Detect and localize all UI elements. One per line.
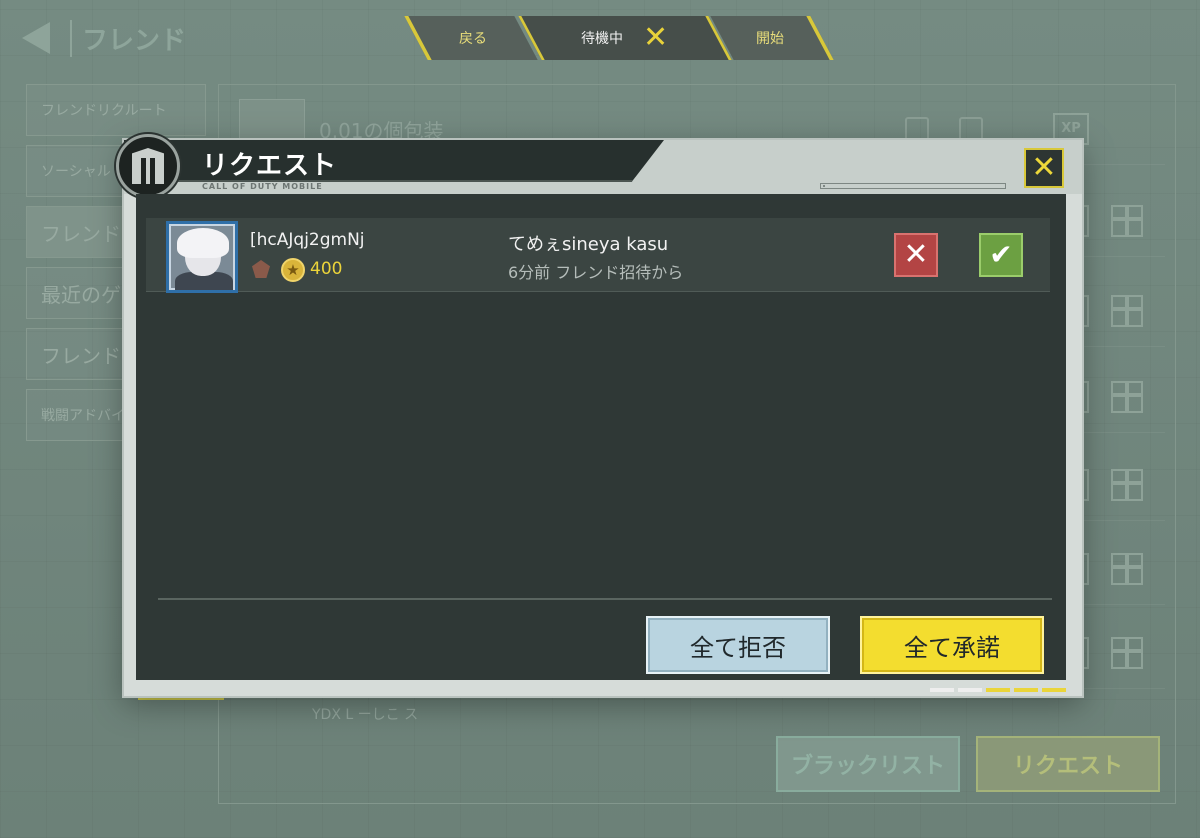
reject-button[interactable]: ✕ bbox=[894, 233, 938, 277]
gift-icon[interactable] bbox=[1111, 205, 1143, 237]
footer-text: YDX L ーしこ ス bbox=[312, 707, 419, 723]
accept-button[interactable]: ✔ bbox=[979, 233, 1023, 277]
close-button[interactable]: ✕ bbox=[1024, 148, 1064, 188]
request-message: てめぇsineya kasu bbox=[508, 234, 669, 255]
requester-name: [hcAJqj2gmNj bbox=[250, 230, 365, 250]
gift-icon[interactable] bbox=[1111, 553, 1143, 585]
tab-indicator bbox=[138, 696, 224, 700]
friends-header: フレンド bbox=[16, 14, 316, 62]
gift-icon[interactable] bbox=[1111, 469, 1143, 501]
request-time: 6分前 フレンド招待から bbox=[508, 263, 684, 282]
gift-icon[interactable] bbox=[1111, 637, 1143, 669]
edit-icon[interactable] bbox=[905, 117, 929, 141]
level-star-icon: ★ bbox=[281, 258, 305, 282]
friend-requests-dialog: リクエスト CALL OF DUTY MOBILE ✕ [hcAJqj2gmNj… bbox=[116, 134, 1082, 696]
dialog-header: リクエスト CALL OF DUTY MOBILE ✕ bbox=[124, 140, 1082, 194]
sidebar-item-recruit[interactable]: フレンドリクルート bbox=[26, 84, 206, 136]
accept-all-button[interactable]: 全て承諾 bbox=[860, 616, 1044, 674]
start-button[interactable]: 開始 bbox=[710, 16, 834, 60]
request-list: [hcAJqj2gmNj ★ 400 てめぇsineya kasu 6分前 フレ… bbox=[136, 194, 1066, 680]
check-icon: ✔ bbox=[989, 238, 1013, 271]
back-button[interactable]: 戻る bbox=[404, 16, 538, 60]
requester-level: 400 bbox=[310, 259, 343, 279]
trash-icon[interactable] bbox=[959, 117, 983, 141]
friends-title: フレンド bbox=[70, 19, 186, 57]
close-icon: ✕ bbox=[1031, 150, 1057, 185]
cod-mobile-logo-icon bbox=[116, 134, 180, 198]
requests-button[interactable]: リクエスト bbox=[976, 736, 1160, 792]
waiting-status[interactable]: 待機中 ✕ bbox=[518, 16, 732, 60]
dialog-title: リクエスト bbox=[202, 151, 338, 181]
page-indicator bbox=[930, 688, 1066, 692]
avatar[interactable] bbox=[166, 221, 238, 293]
close-icon: ✕ bbox=[903, 237, 929, 272]
divider bbox=[158, 598, 1052, 600]
cancel-icon[interactable]: ✕ bbox=[643, 20, 668, 55]
start-label: 開始 bbox=[756, 31, 784, 47]
blacklist-button[interactable]: ブラックリスト bbox=[776, 736, 960, 792]
waiting-label: 待機中 bbox=[581, 31, 624, 47]
back-label: 戻る bbox=[459, 31, 487, 47]
back-arrow-icon[interactable] bbox=[16, 16, 60, 60]
request-row[interactable]: [hcAJqj2gmNj ★ 400 てめぇsineya kasu 6分前 フレ… bbox=[146, 218, 1050, 293]
header-decoration bbox=[820, 183, 1006, 189]
matchmaking-status-bar: 戻る 待機中 ✕ 開始 bbox=[404, 16, 834, 60]
brand-label: CALL OF DUTY MOBILE bbox=[202, 182, 323, 191]
gift-icon[interactable] bbox=[1111, 381, 1143, 413]
gift-icon[interactable] bbox=[1111, 295, 1143, 327]
reject-all-button[interactable]: 全て拒否 bbox=[646, 616, 830, 674]
rank-icon bbox=[250, 258, 272, 280]
